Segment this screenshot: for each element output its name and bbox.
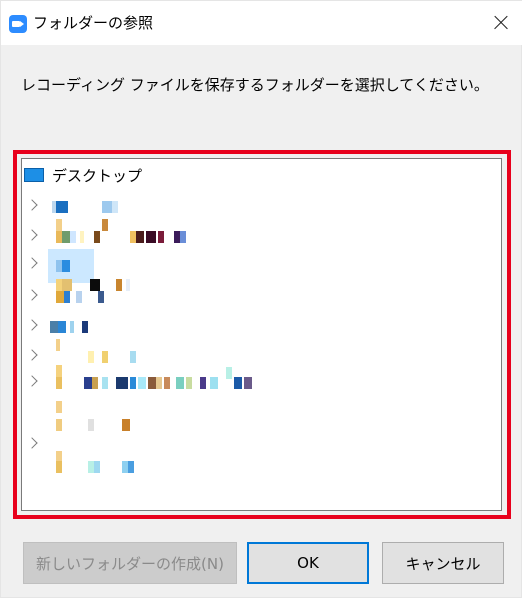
- chevron-right-icon[interactable]: [26, 375, 38, 387]
- chevron-right-icon[interactable]: [26, 437, 38, 449]
- chevron-right-icon[interactable]: [26, 319, 38, 331]
- chevron-right-icon[interactable]: [26, 349, 38, 361]
- tree-item[interactable]: [22, 279, 492, 309]
- tree-root-desktop[interactable]: デスクトップ: [24, 165, 142, 185]
- new-folder-button[interactable]: 新しいフォルダーの作成(N): [23, 542, 237, 584]
- close-icon[interactable]: [489, 11, 513, 35]
- desktop-icon: [24, 168, 44, 182]
- instruction-text: レコーディング ファイルを保存するフォルダーを選択してください。: [21, 76, 489, 94]
- tree-item[interactable]: [22, 451, 492, 479]
- tree-item[interactable]: [22, 195, 492, 219]
- tree-item[interactable]: [22, 315, 492, 339]
- tree-item[interactable]: [22, 395, 492, 419]
- zoom-app-icon: [9, 15, 27, 33]
- tree-item[interactable]: [22, 419, 492, 457]
- dialog-title: フォルダーの参照: [33, 14, 154, 32]
- chevron-right-icon[interactable]: [26, 199, 38, 211]
- folder-browse-dialog: フォルダーの参照 レコーディング ファイルを保存するフォルダーを選択してください…: [0, 0, 522, 598]
- tree-item[interactable]: [22, 219, 492, 249]
- tree-item[interactable]: [22, 365, 492, 395]
- selection-highlight: [48, 249, 94, 283]
- chevron-right-icon[interactable]: [26, 257, 38, 269]
- ok-button[interactable]: OK: [247, 542, 369, 584]
- title-bar: フォルダーの参照: [1, 1, 522, 45]
- chevron-right-icon[interactable]: [26, 229, 38, 241]
- tree-item-selected[interactable]: [22, 249, 492, 283]
- folder-tree[interactable]: デスクトップ: [21, 158, 502, 511]
- chevron-right-icon[interactable]: [26, 289, 38, 301]
- cancel-button[interactable]: キャンセル: [382, 542, 504, 584]
- tree-item[interactable]: [22, 339, 492, 369]
- tree-root-label: デスクトップ: [52, 166, 143, 185]
